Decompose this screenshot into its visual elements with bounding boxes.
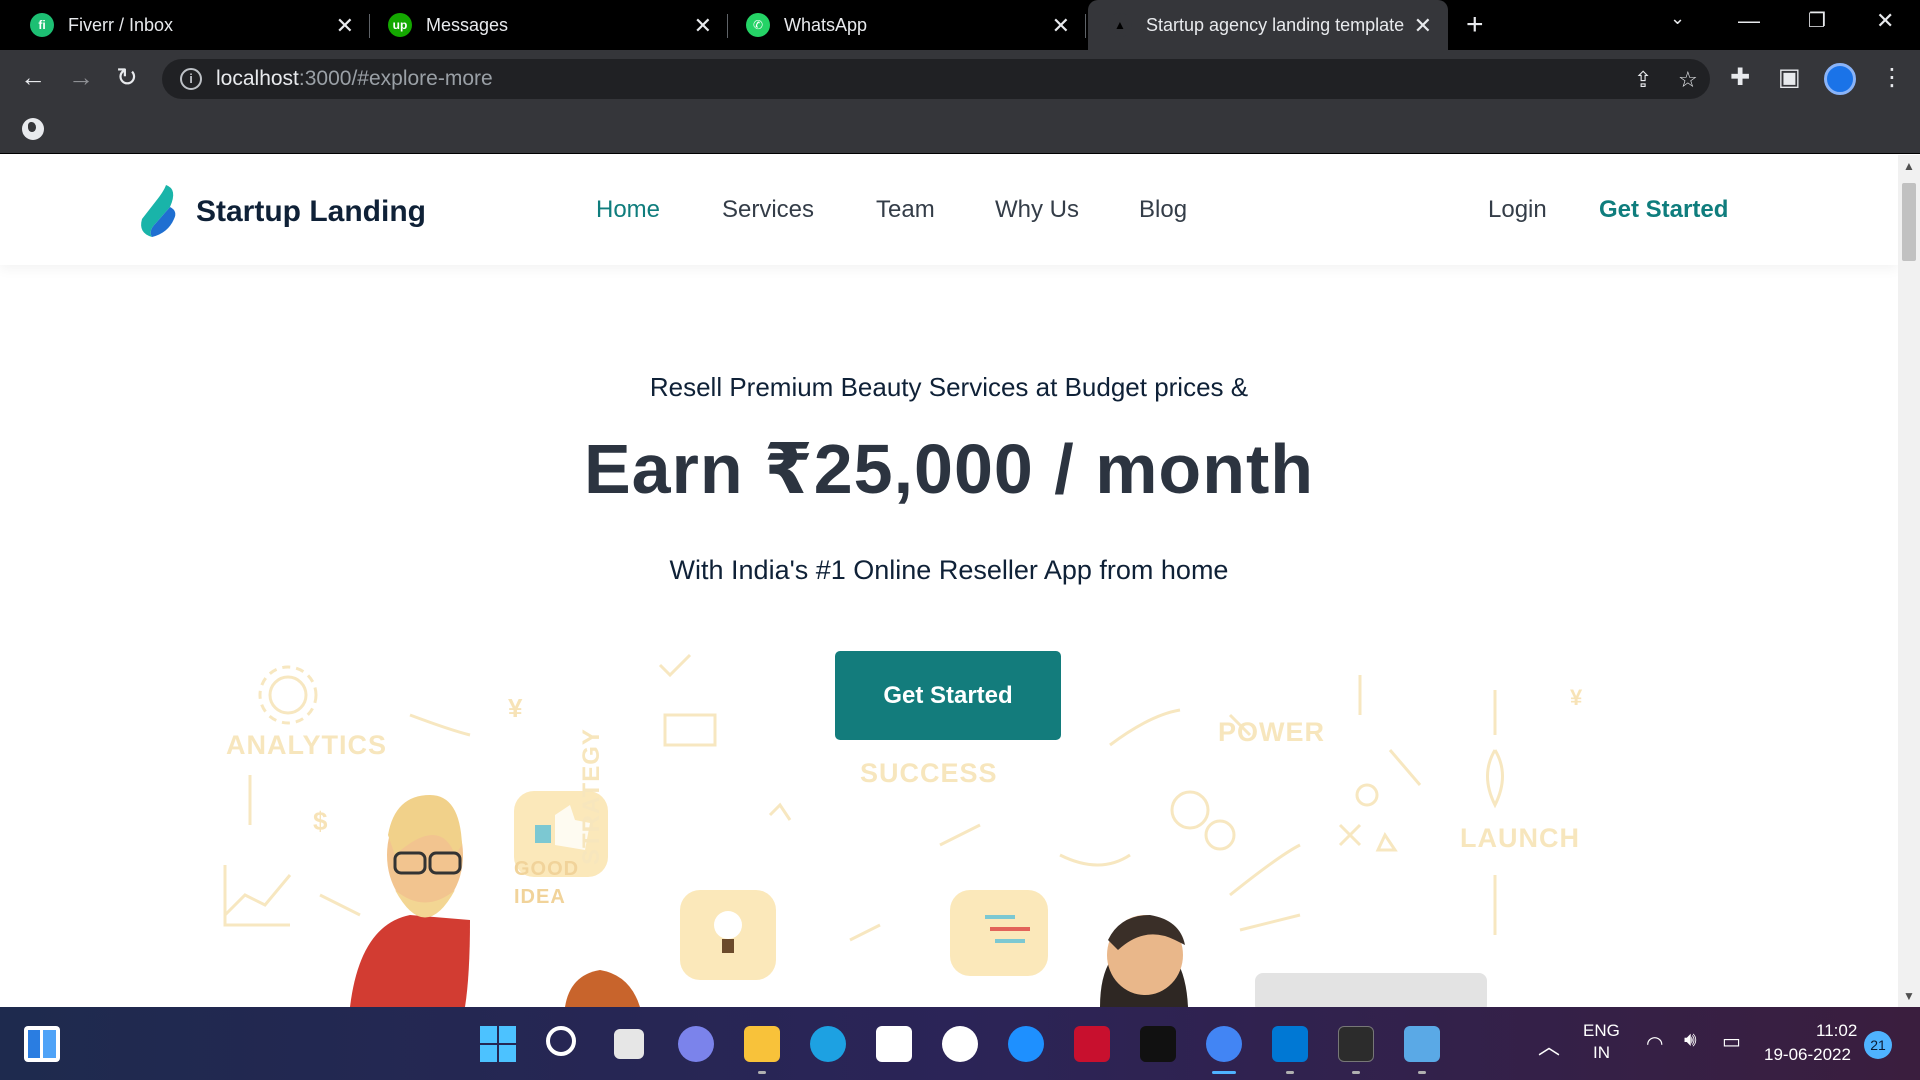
close-tab-icon[interactable]: ✕ (694, 13, 712, 39)
scroll-up-icon[interactable]: ▲ (1903, 159, 1915, 173)
tab-fiverr[interactable]: fi Fiverr / Inbox ✕ (0, 0, 370, 50)
doodle-word: SUCCESS (860, 758, 998, 788)
start-icon[interactable] (480, 1026, 516, 1062)
login-link[interactable]: Login (1488, 196, 1547, 224)
vscode-icon[interactable] (1272, 1026, 1308, 1062)
page-scrollbar[interactable]: ▲ ▼ (1898, 155, 1920, 1007)
close-tab-icon[interactable]: ✕ (336, 13, 354, 39)
browser-tab-bar: fi Fiverr / Inbox ✕ up Messages ✕ ✆ What… (0, 0, 1920, 50)
search-icon[interactable] (546, 1026, 576, 1056)
clock-date[interactable]: 19-06-2022 (1764, 1045, 1851, 1065)
running-indicator (758, 1071, 766, 1074)
doodle-word: STRATEGY (578, 728, 605, 865)
edge-icon[interactable] (810, 1026, 846, 1062)
site-header: Startup Landing Home Services Team Why U… (0, 155, 1898, 265)
bookmark-star-icon[interactable]: ☆ (1678, 67, 1698, 93)
wifi-icon[interactable]: ◠ (1646, 1031, 1663, 1056)
svg-text:¥: ¥ (508, 693, 523, 723)
svg-text:$: $ (313, 806, 328, 836)
volume-icon[interactable]: 🔊︎ (1684, 1029, 1697, 1052)
bookmarks-bar (0, 106, 1920, 154)
app-icon[interactable] (942, 1026, 978, 1062)
hero-get-started-button[interactable]: Get Started (835, 651, 1061, 740)
windows-taskbar: ︿ ENG IN ◠ 🔊︎ ▭ 11:02 19-06-2022 (0, 1007, 1920, 1080)
scroll-down-icon[interactable]: ▼ (1903, 989, 1915, 1003)
mcafee-icon[interactable] (1074, 1026, 1110, 1062)
share-icon[interactable]: ⇪ (1634, 67, 1652, 93)
doodle-word: GOOD IDEA (514, 858, 580, 908)
region-indicator[interactable]: IN (1593, 1043, 1610, 1063)
tab-whatsapp[interactable]: ✆ WhatsApp ✕ (716, 0, 1086, 50)
globe-icon[interactable] (22, 118, 44, 140)
new-tab-button[interactable]: + (1466, 8, 1484, 42)
hero-tagline: With India's #1 Online Reseller App from… (669, 555, 1229, 585)
extensions-icon[interactable]: ✚ (1730, 63, 1750, 92)
url-host: localhost (216, 67, 299, 90)
reload-button[interactable]: ↻ (116, 62, 138, 93)
menu-icon[interactable]: ⋮ (1880, 63, 1904, 92)
tab-title: Messages (426, 14, 509, 35)
tab-title: Startup agency landing template (1146, 14, 1405, 35)
tab-startup-landing[interactable]: ▲ Startup agency landing template ✕ (1088, 0, 1448, 50)
page-icon: ▲ (1108, 13, 1132, 37)
notepad-icon[interactable] (1404, 1026, 1440, 1062)
brand-logo-icon[interactable] (138, 183, 178, 239)
whatsapp-icon: ✆ (746, 13, 770, 37)
yen-symbol: ¥ (1570, 685, 1583, 710)
language-indicator[interactable]: ENG (1583, 1021, 1620, 1041)
terminal-icon[interactable] (1338, 1026, 1374, 1062)
restore-button[interactable]: ❐ (1808, 8, 1826, 33)
chevron-up-icon[interactable]: ︿ (1538, 1029, 1560, 1061)
hero-title: Earn ₹25,000 / month (583, 430, 1315, 508)
task-view-icon[interactable] (614, 1029, 644, 1059)
doodle-word: ANALYTICS (226, 730, 388, 760)
upwork-icon: up (388, 13, 412, 37)
nav-home[interactable]: Home (596, 196, 660, 224)
back-button[interactable]: ← (20, 62, 46, 93)
forward-button[interactable]: → (68, 62, 94, 93)
file-explorer-icon[interactable] (744, 1026, 780, 1062)
tab-messages[interactable]: up Messages ✕ (358, 0, 728, 50)
doodle-word: POWER (1218, 717, 1326, 747)
chat-icon[interactable] (678, 1026, 714, 1062)
close-tab-icon[interactable]: ✕ (1414, 13, 1432, 39)
page-viewport: ¥ $ ¥ ANALYTICS SUCCESS POWER LAUNCH STR… (0, 155, 1898, 1007)
running-indicator (1352, 1071, 1360, 1074)
tab-title: Fiverr / Inbox (68, 14, 174, 35)
battery-icon[interactable]: ▭ (1722, 1029, 1741, 1054)
close-tab-icon[interactable]: ✕ (1052, 13, 1070, 39)
address-bar[interactable]: i localhost:3000/#explore-more ⇪ ☆ (162, 59, 1710, 99)
url-path: :3000/#explore-more (298, 67, 493, 90)
store-icon[interactable] (876, 1026, 912, 1062)
widgets-icon[interactable] (24, 1026, 60, 1062)
clock-time[interactable]: 11:02 (1816, 1021, 1857, 1041)
minimize-button[interactable]: — (1738, 8, 1760, 34)
creative-cloud-icon[interactable] (1140, 1026, 1176, 1062)
side-panel-icon[interactable]: ▣ (1778, 63, 1801, 92)
running-indicator (1286, 1071, 1294, 1074)
notification-badge[interactable]: 21 (1864, 1031, 1892, 1059)
profile-avatar[interactable] (1824, 63, 1856, 95)
chrome-icon[interactable] (1206, 1026, 1242, 1062)
scrollbar-thumb[interactable] (1902, 183, 1916, 261)
active-indicator (1212, 1071, 1236, 1074)
close-window-button[interactable]: ✕ (1876, 8, 1894, 34)
fiverr-icon: fi (30, 13, 54, 37)
brand-name[interactable]: Startup Landing (196, 195, 426, 229)
site-info-icon[interactable]: i (180, 68, 202, 90)
nav-team[interactable]: Team (876, 196, 935, 224)
hero-subtitle: Resell Premium Beauty Services at Budget… (649, 372, 1249, 402)
tab-title: WhatsApp (784, 14, 868, 35)
doodle-word: LAUNCH (1460, 823, 1580, 853)
help-icon[interactable] (1008, 1026, 1044, 1062)
nav-services[interactable]: Services (722, 196, 814, 224)
nav-why-us[interactable]: Why Us (995, 196, 1079, 224)
running-indicator (1418, 1071, 1426, 1074)
browser-toolbar: ← → ↻ i localhost:3000/#explore-more ⇪ ☆… (0, 50, 1920, 106)
header-get-started-button[interactable]: Get Started (1599, 196, 1728, 224)
tab-search-icon[interactable]: ⌄ (1670, 8, 1685, 29)
nav-blog[interactable]: Blog (1139, 196, 1187, 224)
